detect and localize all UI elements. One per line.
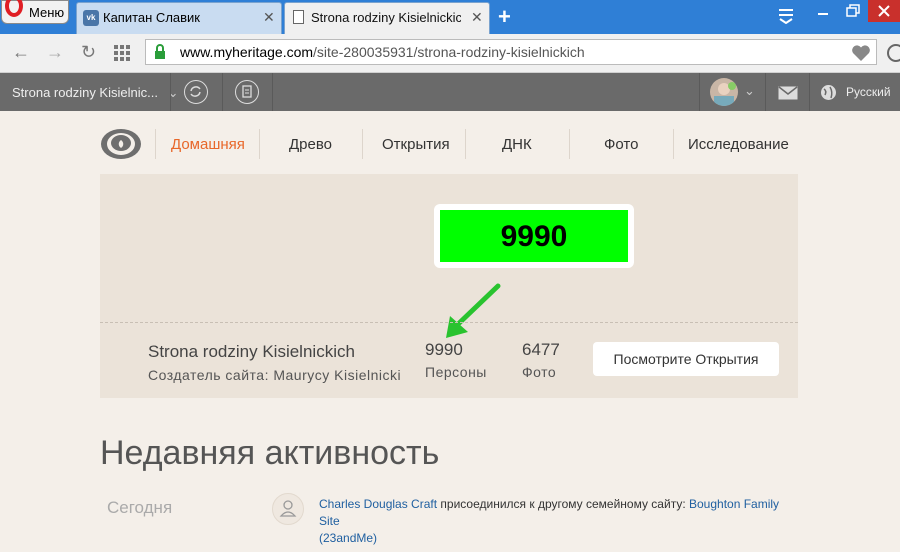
activity-entry: Charles Douglas Craft присоединился к др…: [319, 496, 789, 547]
divider: [222, 73, 223, 111]
forward-arrow-icon[interactable]: →: [46, 42, 64, 63]
mail-icon[interactable]: [778, 86, 798, 100]
secure-lock-icon: [155, 44, 165, 59]
tab-title: Strona rodziny Kisielnickich -: [311, 10, 461, 25]
activity-site-suffix[interactable]: (23andMe): [319, 531, 377, 545]
site-top-bar: Strona rodziny Kisielnic... ⌄ ⌄ Русский: [0, 73, 900, 111]
nav-home[interactable]: Домашняя: [171, 136, 245, 153]
sync-icon[interactable]: [184, 80, 208, 104]
divider: [465, 129, 466, 159]
nav-photos[interactable]: Фото: [604, 136, 638, 153]
menu-label: Меню: [29, 5, 65, 20]
activity-person-link[interactable]: Charles Douglas Craft: [319, 497, 437, 511]
tab-myheritage[interactable]: Strona rodziny Kisielnickich - ✕: [284, 2, 490, 34]
url-path: /site-280035931/strona-rodziny-kisielnic…: [313, 44, 585, 60]
tab-title: Капитан Славик: [103, 10, 200, 25]
divider: [259, 129, 260, 159]
close-window-button[interactable]: [868, 0, 900, 22]
opera-logo-icon: [5, 0, 23, 17]
annotation-arrow-icon: [446, 283, 501, 338]
myheritage-logo-icon[interactable]: [100, 128, 142, 160]
divider: [100, 322, 798, 323]
stat-photos-value: 6477: [522, 340, 560, 359]
speed-dial-grid-icon[interactable]: [114, 45, 130, 61]
divider: [765, 73, 766, 111]
divider: [809, 73, 810, 111]
divider: [170, 73, 171, 111]
notes-icon[interactable]: [235, 80, 259, 104]
url-host: www.myheritage.com: [180, 44, 314, 60]
divider: [673, 129, 674, 159]
page-scrollbar[interactable]: [887, 73, 900, 552]
minimize-button[interactable]: [808, 0, 838, 22]
stat-photos-label: Фото: [522, 364, 557, 380]
stat-persons-label: Персоны: [425, 364, 487, 380]
chevron-down-icon[interactable]: ⌄: [744, 83, 755, 99]
highlight-callout: 9990: [434, 204, 634, 268]
opera-menu-button[interactable]: Меню: [1, 0, 69, 24]
language-selector[interactable]: Русский: [846, 85, 891, 99]
nav-dna[interactable]: ДНК: [502, 136, 532, 153]
tab-vk[interactable]: vk Капитан Славик ✕: [76, 2, 282, 34]
highlight-number: 9990: [500, 220, 568, 253]
bookmark-heart-icon[interactable]: [851, 44, 871, 62]
nav-research[interactable]: Исследование: [688, 136, 789, 153]
close-icon[interactable]: ✕: [263, 9, 275, 26]
downloads-menu-icon[interactable]: [776, 6, 796, 24]
divider: [569, 129, 570, 159]
divider: [699, 73, 700, 111]
nav-discoveries[interactable]: Открытия: [382, 136, 450, 153]
url-text: www.myheritage.com/site-280035931/strona…: [180, 44, 585, 60]
avatar[interactable]: [710, 78, 738, 106]
new-tab-button[interactable]: +: [498, 4, 511, 30]
download-icon[interactable]: [886, 43, 900, 63]
reload-icon[interactable]: ↻: [81, 42, 96, 63]
activity-day-label: Сегодня: [107, 498, 173, 517]
person-icon: [272, 493, 304, 525]
divider: [155, 129, 156, 159]
site-title: Strona rodziny Kisielnickich: [148, 342, 355, 361]
back-arrow-icon[interactable]: ←: [12, 42, 30, 63]
activity-heading: Недавняя активность: [100, 434, 440, 472]
site-creator: Создатель сайта: Maurycy Kisielnicki: [148, 367, 402, 383]
close-icon[interactable]: ✕: [471, 9, 483, 26]
activity-action-text: присоединился к другому семейному сайту:: [437, 497, 689, 511]
divider: [272, 73, 273, 111]
view-discoveries-button[interactable]: Посмотрите Открытия: [593, 342, 779, 376]
vk-icon: vk: [83, 10, 99, 26]
site-switcher[interactable]: Strona rodziny Kisielnic... ⌄: [12, 85, 178, 101]
divider: [362, 129, 363, 159]
nav-tree[interactable]: Древо: [289, 136, 332, 153]
document-icon: [293, 10, 304, 24]
stat-persons-value: 9990: [425, 340, 463, 359]
globe-icon: [821, 85, 836, 100]
highlight-box: 9990: [440, 210, 628, 262]
maximize-button[interactable]: [838, 0, 868, 22]
address-bar[interactable]: www.myheritage.com/site-280035931/strona…: [145, 39, 877, 65]
site-switcher-label: Strona rodziny Kisielnic...: [12, 85, 158, 100]
browser-titlebar: Меню vk Капитан Славик ✕ Strona rodziny …: [0, 0, 900, 34]
